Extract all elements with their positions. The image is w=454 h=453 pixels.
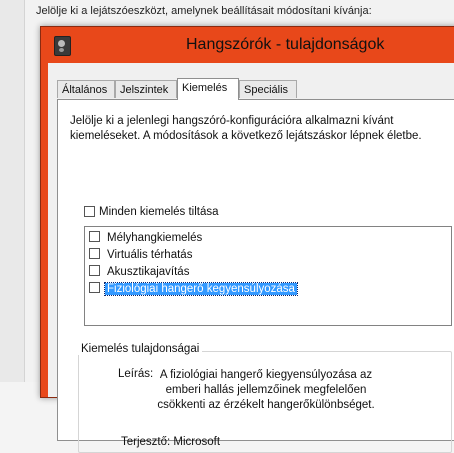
checkbox-box[interactable] xyxy=(89,265,100,277)
enhancements-panel: Jelölje ki a jelenlegi hangszóró-konfigu… xyxy=(57,99,454,453)
checkbox-box[interactable] xyxy=(89,231,100,243)
dialog-title: Hangszórók - tulajdonságok xyxy=(186,36,385,53)
list-item-virtual-surround[interactable]: Virtuális térhatás xyxy=(89,247,194,263)
speaker-properties-dialog: Hangszórók - tulajdonságok Általános Jel… xyxy=(40,26,454,453)
background-window-edge xyxy=(0,0,25,382)
list-item-label: Virtuális térhatás xyxy=(107,249,193,261)
list-item-label: Akusztikajavítás xyxy=(107,266,190,278)
list-item-loudness-equalization[interactable]: Fiziológiai hangerő kegyensúlyozása xyxy=(89,281,298,297)
disable-all-label: Minden kiemelés tiltása xyxy=(99,206,219,218)
description-value: A fiziológiai hangerő kiegyensúlyozása a… xyxy=(157,369,375,411)
dialog-titlebar[interactable]: Hangszórók - tulajdonságok xyxy=(41,27,454,63)
disable-all-enhancements-checkbox[interactable]: Minden kiemelés tiltása xyxy=(84,206,219,218)
description-label: Leírás: xyxy=(118,368,154,380)
enhancements-list[interactable]: Mélyhangkiemelés Virtuális térhatás Akus… xyxy=(84,226,452,326)
enhancement-properties-title: Kiemelés tulajdonságai xyxy=(78,343,203,355)
checkbox-box[interactable] xyxy=(89,248,100,260)
dialog-frame-left xyxy=(41,63,48,397)
background-instruction-text: Jelölje ki a lejátszóeszközt, amelynek b… xyxy=(36,5,372,17)
list-item-bass-boost[interactable]: Mélyhangkiemelés xyxy=(89,230,204,246)
dialog-client-area: Általános Jelszintek Kiemelés Speciális … xyxy=(48,63,454,453)
checkbox-box[interactable] xyxy=(84,206,95,218)
list-item-room-correction[interactable]: Akusztikajavítás xyxy=(89,264,191,280)
provider-text: Terjesztő: Microsoft xyxy=(121,436,221,448)
list-item-label: Fiziológiai hangerő kegyensúlyozása xyxy=(104,282,298,296)
panel-description: Jelölje ki a jelenlegi hangszóró-konfigu… xyxy=(70,115,422,142)
tab-general[interactable]: Általános xyxy=(57,80,115,98)
tab-enhancements[interactable]: Kiemelés xyxy=(177,78,239,100)
tab-advanced[interactable]: Speciális xyxy=(239,80,297,98)
checkbox-box[interactable] xyxy=(89,282,100,294)
speaker-icon xyxy=(54,36,71,56)
list-item-label: Mélyhangkiemelés xyxy=(107,232,203,244)
tab-levels[interactable]: Jelszintek xyxy=(115,80,177,98)
